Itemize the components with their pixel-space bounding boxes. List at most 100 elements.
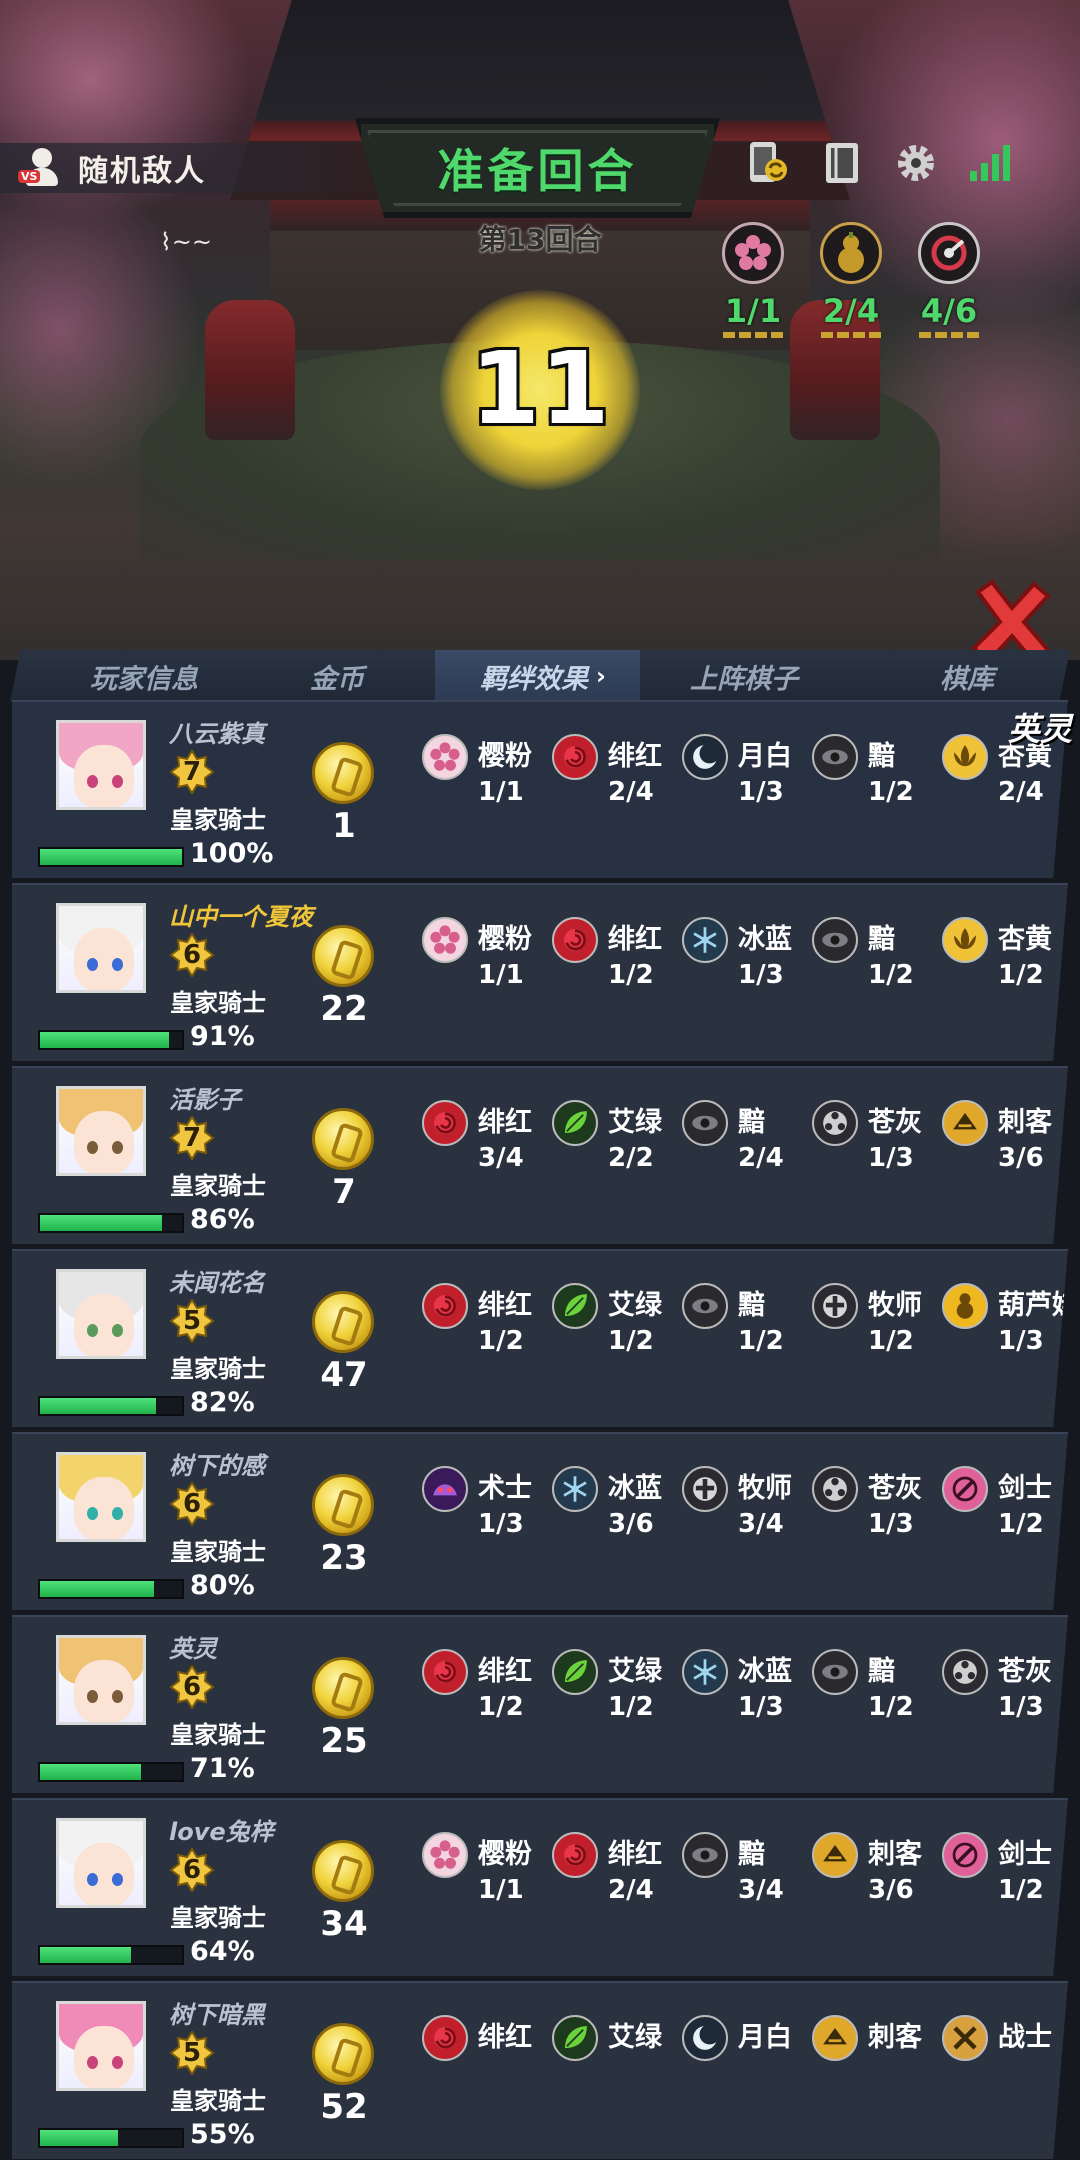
player-level: 7 xyxy=(182,1123,202,1153)
avatar[interactable] xyxy=(56,1635,146,1725)
trait-item[interactable]: 绯红 2/4 xyxy=(552,734,682,807)
trait-item[interactable]: 艾绿 1/2 xyxy=(552,1649,682,1722)
trait-item[interactable]: 黯 1/2 xyxy=(812,1649,942,1722)
avatar[interactable] xyxy=(56,1818,146,1908)
trait-item[interactable]: 术士 1/3 xyxy=(422,1466,552,1539)
trait-item[interactable]: 樱粉 1/1 xyxy=(422,1832,552,1905)
trait-name: 绯红 xyxy=(608,741,662,772)
hp-bar xyxy=(38,1945,184,1965)
tab-gold[interactable]: 金币 xyxy=(310,650,364,702)
avatar-eye xyxy=(87,775,98,788)
player-row[interactable]: 八云紫真 7 皇家骑士 100% 1 樱粉 1/1 绯红 2/4 月白 1/3 xyxy=(12,700,1068,878)
trait-name: 绯红 xyxy=(478,1656,532,1687)
avatar[interactable] xyxy=(56,1452,146,1542)
rose-icon xyxy=(552,734,598,780)
trait-item[interactable]: 战士 xyxy=(942,2015,1068,2061)
trait-item[interactable]: 剑士 1/2 xyxy=(942,1832,1068,1905)
trait-item[interactable]: 黯 1/2 xyxy=(812,917,942,990)
trait-item[interactable]: 绯红 1/2 xyxy=(552,917,682,990)
trait-item[interactable]: 月白 xyxy=(682,2015,812,2061)
leaf-icon xyxy=(552,1283,598,1329)
hp-fill xyxy=(40,1947,131,1963)
tab-player-info[interactable]: 玩家信息 xyxy=(90,650,198,702)
trait-item[interactable]: 牧师 1/2 xyxy=(812,1283,942,1356)
hp-fill xyxy=(40,1032,170,1048)
trait-item[interactable]: 黯 1/2 xyxy=(812,734,942,807)
trait-item[interactable]: 苍灰 1/3 xyxy=(812,1100,942,1173)
player-row[interactable]: 未闻花名 5 皇家骑士 82% 47 绯红 1/2 艾绿 1/2 黯 1/2 牧… xyxy=(12,1249,1068,1427)
avatar-eye xyxy=(87,958,98,971)
player-row[interactable]: 山中一个夏夜 6 皇家骑士 91% 22 樱粉 1/1 绯红 1/2 冰蓝 1/… xyxy=(12,883,1068,1061)
tab-bond-effects[interactable]: 羁绊效果 › xyxy=(435,650,640,702)
gear-icon[interactable] xyxy=(893,140,939,186)
trait-item[interactable]: 绯红 1/2 xyxy=(422,1283,552,1356)
trait-item[interactable]: 樱粉 1/1 xyxy=(422,917,552,990)
trait-name: 樱粉 xyxy=(478,924,532,955)
avatar[interactable] xyxy=(56,1269,146,1359)
player-row[interactable]: 英灵 6 皇家骑士 71% 25 绯红 1/2 艾绿 1/2 冰蓝 1/3 黯 … xyxy=(12,1615,1068,1793)
trait-count: 1/3 xyxy=(868,1509,914,1539)
tab-bench[interactable]: 棋库 xyxy=(940,650,994,702)
trait-count: 1/2 xyxy=(478,1692,524,1722)
tab-deployed[interactable]: 上阵棋子 xyxy=(690,650,798,702)
player-row[interactable]: 活影子 7 皇家骑士 86% 7 绯红 3/4 艾绿 2/2 黯 2/4 苍灰 … xyxy=(12,1066,1068,1244)
avatar[interactable] xyxy=(56,720,146,810)
trait-item[interactable]: 苍灰 1/3 xyxy=(942,1649,1068,1722)
avatar-face xyxy=(74,1294,134,1356)
trait-item[interactable]: 杏黄 1/2 xyxy=(942,917,1068,990)
trait-name: 杏黄 xyxy=(998,924,1052,955)
trait-item[interactable]: 月白 1/3 xyxy=(682,734,812,807)
trait-item[interactable]: 黯 1/2 xyxy=(682,1283,812,1356)
trait-count: 1/2 xyxy=(738,1326,784,1356)
trait-item[interactable]: 刺客 xyxy=(812,2015,942,2061)
trait-item[interactable]: 刺客 3/6 xyxy=(812,1832,942,1905)
leaf-icon xyxy=(552,2015,598,2061)
tracker-item[interactable]: 2/4 xyxy=(818,222,884,338)
trait-item[interactable]: 刺客 3/6 xyxy=(942,1100,1068,1173)
tracker-count: 2/4 xyxy=(822,292,880,330)
tracker-item[interactable]: 4/6 xyxy=(916,222,982,338)
hp-fill xyxy=(40,1581,154,1597)
phone-swap-icon[interactable] xyxy=(745,140,791,186)
avatar-eye xyxy=(112,775,123,788)
warlock-icon xyxy=(422,1466,468,1512)
trait-item[interactable]: 艾绿 xyxy=(552,2015,682,2061)
tracker-count: 4/6 xyxy=(920,292,978,330)
trait-name: 黯 xyxy=(868,741,895,772)
hp-text: 64% xyxy=(190,1936,255,1967)
trait-item[interactable]: 绯红 3/4 xyxy=(422,1100,552,1173)
player-row[interactable]: love兔梓 6 皇家骑士 64% 34 樱粉 1/1 绯红 2/4 黯 3/4 xyxy=(12,1798,1068,1976)
trait-count: 1/2 xyxy=(868,960,914,990)
avatar-eye xyxy=(112,1507,123,1520)
trait-item[interactable]: 牧师 3/4 xyxy=(682,1466,812,1539)
trait-item[interactable]: 黯 3/4 xyxy=(682,1832,812,1905)
gold-coin-icon xyxy=(312,742,374,804)
avatar[interactable] xyxy=(56,2001,146,2091)
hp-bar xyxy=(38,2128,184,2148)
hp-fill xyxy=(40,2130,119,2146)
trait-item[interactable]: 剑士 1/2 xyxy=(942,1466,1068,1539)
trait-item[interactable]: 樱粉 1/1 xyxy=(422,734,552,807)
trait-item[interactable]: 绯红 2/4 xyxy=(552,1832,682,1905)
enemy-label: 随机敌人 xyxy=(78,154,206,189)
trait-item[interactable]: 苍灰 1/3 xyxy=(812,1466,942,1539)
deck-icon[interactable] xyxy=(819,140,865,186)
trait-item[interactable]: 冰蓝 3/6 xyxy=(552,1466,682,1539)
trait-item[interactable]: 艾绿 1/2 xyxy=(552,1283,682,1356)
trait-item[interactable]: 冰蓝 1/3 xyxy=(682,917,812,990)
hp-text: 100% xyxy=(190,838,274,869)
player-row[interactable]: 树下暗黑 5 皇家骑士 55% 52 绯红 艾绿 月白 刺客 战士 xyxy=(12,1981,1068,2159)
trait-item[interactable]: 艾绿 2/2 xyxy=(552,1100,682,1173)
hp-fill xyxy=(40,1215,163,1231)
trait-item[interactable]: 葫芦娃 1/3 xyxy=(942,1283,1068,1356)
trait-name: 绯红 xyxy=(478,2022,532,2053)
avatar[interactable] xyxy=(56,903,146,993)
trait-item[interactable]: 绯红 1/2 xyxy=(422,1649,552,1722)
player-row[interactable]: 树下的感 6 皇家骑士 80% 23 术士 1/3 冰蓝 3/6 牧师 3/4 xyxy=(12,1432,1068,1610)
avatar[interactable] xyxy=(56,1086,146,1176)
tracker-item[interactable]: 1/1 xyxy=(720,222,786,338)
top-icon-bar xyxy=(745,140,1013,186)
trait-item[interactable]: 黯 2/4 xyxy=(682,1100,812,1173)
trait-item[interactable]: 绯红 xyxy=(422,2015,552,2061)
trait-item[interactable]: 冰蓝 1/3 xyxy=(682,1649,812,1722)
